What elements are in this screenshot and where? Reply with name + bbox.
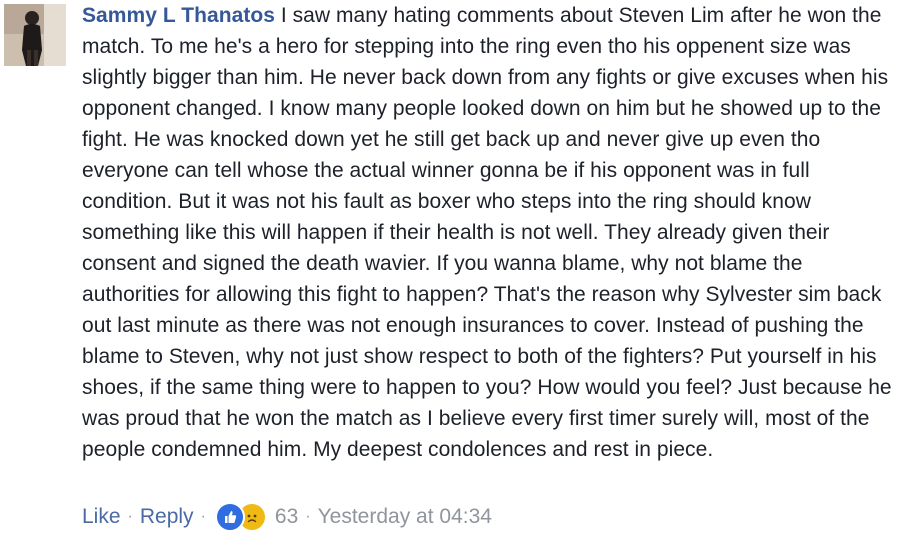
reaction-count: 63 xyxy=(274,505,299,528)
comment-body: Sammy L Thanatos I saw many hating comme… xyxy=(82,0,894,465)
avatar-image xyxy=(4,4,66,66)
separator: · xyxy=(127,508,133,525)
like-icon xyxy=(214,502,245,532)
reply-button[interactable]: Reply xyxy=(140,505,194,529)
comment: Sammy L Thanatos I saw many hating comme… xyxy=(0,0,900,543)
comment-actions: Like · Reply · 63 · Yesterday at 04:34 xyxy=(82,500,492,534)
separator: · xyxy=(305,508,311,525)
comment-author-link[interactable]: Sammy L Thanatos xyxy=(82,4,275,27)
like-button[interactable]: Like xyxy=(82,505,121,529)
comment-timestamp[interactable]: Yesterday at 04:34 xyxy=(318,505,492,529)
separator: · xyxy=(200,508,206,525)
avatar[interactable] xyxy=(4,4,66,66)
comment-text: I saw many hating comments about Steven … xyxy=(82,4,892,461)
reactions-summary[interactable]: 63 xyxy=(214,502,299,532)
